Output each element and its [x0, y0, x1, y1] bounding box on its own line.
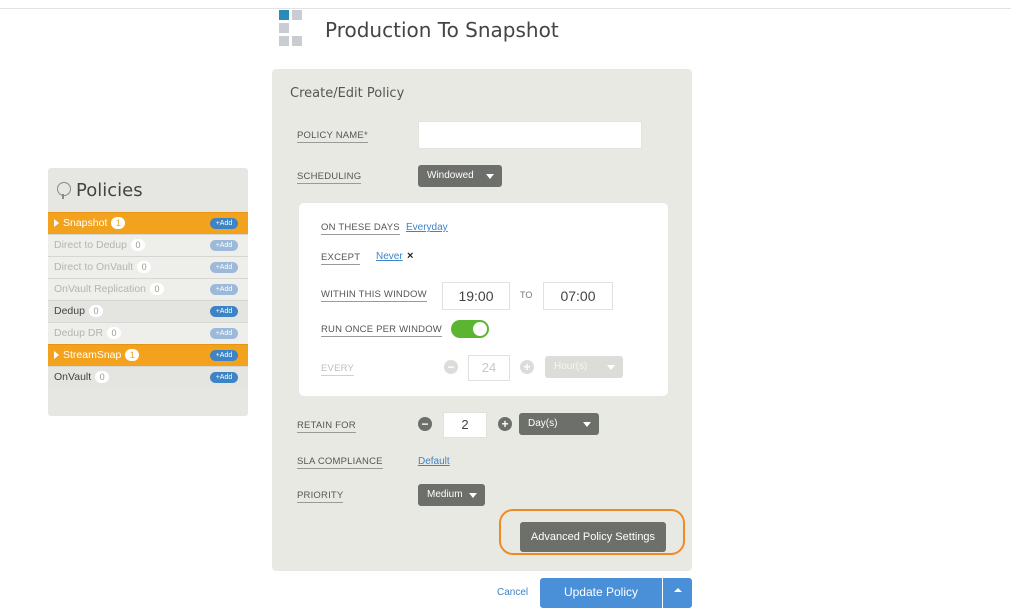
every-increment-icon[interactable]: + — [520, 360, 534, 374]
policy-count-badge: 1 — [125, 349, 140, 362]
policy-item-label: StreamSnap — [63, 349, 122, 361]
advanced-settings-button[interactable]: Advanced Policy Settings — [520, 522, 666, 552]
every-input[interactable]: 24 — [468, 355, 510, 381]
add-policy-button[interactable]: +Add — [210, 350, 238, 361]
policy-count-badge: 0 — [95, 371, 110, 384]
window-to-label: TO — [520, 290, 533, 300]
policy-name-label: POLICY NAME* — [297, 130, 368, 143]
retain-increment-icon[interactable]: + — [498, 417, 512, 431]
app-logo-icon — [279, 10, 309, 54]
policy-item[interactable]: OnVault 0 +Add — [48, 366, 248, 388]
run-once-toggle[interactable] — [451, 320, 489, 338]
policy-item[interactable]: Direct to Dedup 0 +Add — [48, 234, 248, 256]
policy-item-label: Snapshot — [63, 217, 108, 229]
page-title: Production To Snapshot — [325, 18, 559, 42]
policy-item[interactable]: Direct to OnVault 0 +Add — [48, 256, 248, 278]
every-label: EVERY — [321, 363, 355, 376]
policy-count-badge: 0 — [150, 283, 165, 296]
add-policy-button[interactable]: +Add — [210, 372, 238, 383]
add-policy-button[interactable]: +Add — [210, 328, 238, 339]
policy-item-label: Direct to Dedup — [54, 239, 127, 251]
scheduling-label: SCHEDULING — [297, 171, 362, 184]
policy-item[interactable]: StreamSnap 1 +Add — [48, 344, 248, 366]
chevron-down-icon — [486, 174, 494, 179]
clear-except-icon[interactable]: × — [407, 250, 413, 262]
policy-item[interactable]: OnVault Replication 0 +Add — [48, 278, 248, 300]
policy-name-input[interactable] — [418, 121, 642, 149]
scheduling-value: Windowed — [427, 170, 474, 181]
on-these-days-label: ON THESE DAYS — [321, 222, 400, 235]
location-pin-icon — [57, 182, 71, 199]
retain-decrement-icon[interactable]: − — [418, 417, 432, 431]
except-label: EXCEPT — [321, 252, 361, 265]
chevron-down-icon — [469, 493, 477, 498]
update-options-button[interactable] — [663, 578, 692, 608]
retain-unit-value: Day(s) — [528, 418, 558, 429]
policy-item[interactable]: Dedup 0 +Add — [48, 300, 248, 322]
cancel-link[interactable]: Cancel — [497, 587, 528, 598]
add-policy-button[interactable]: +Add — [210, 284, 238, 295]
window-label: WITHIN THIS WINDOW — [321, 289, 427, 302]
policies-panel: Policies Snapshot 1 +Add Direct to Dedup 0 +A… — [48, 168, 248, 416]
update-policy-button[interactable]: Update Policy — [540, 578, 662, 608]
except-link[interactable]: Never — [376, 251, 403, 262]
policy-count-badge: 0 — [107, 327, 122, 340]
policy-item-label: OnVault Replication — [54, 283, 147, 295]
policies-title: Policies — [76, 180, 143, 201]
chevron-down-icon — [583, 422, 591, 427]
priority-dropdown[interactable]: Medium — [418, 484, 485, 506]
policy-item[interactable]: Snapshot 1 +Add — [48, 212, 248, 234]
policy-item-label: Dedup DR — [54, 327, 104, 339]
every-decrement-icon[interactable]: − — [444, 360, 458, 374]
add-policy-button[interactable]: +Add — [210, 262, 238, 273]
policy-count-badge: 1 — [111, 217, 126, 230]
retain-input[interactable]: 2 — [443, 412, 487, 438]
retain-unit-dropdown[interactable]: Day(s) — [519, 413, 599, 435]
days-link[interactable]: Everyday — [406, 222, 448, 233]
scheduling-dropdown[interactable]: Windowed — [418, 165, 502, 187]
window-start-input[interactable]: 19:00 — [442, 282, 510, 310]
caret-right-icon — [54, 351, 59, 360]
caret-right-icon — [54, 219, 59, 228]
policies-list: Snapshot 1 +Add Direct to Dedup 0 +Add Direct … — [48, 212, 248, 388]
window-end-input[interactable]: 07:00 — [543, 282, 613, 310]
sla-label: SLA COMPLIANCE — [297, 456, 383, 469]
policy-item[interactable]: Dedup DR 0 +Add — [48, 322, 248, 344]
every-unit-dropdown[interactable]: Hour(s) — [545, 356, 623, 378]
policy-item-label: OnVault — [54, 371, 92, 383]
policies-header: Policies — [48, 168, 248, 212]
chevron-down-icon — [607, 365, 615, 370]
retain-label: RETAIN FOR — [297, 420, 356, 433]
policy-count-badge: 0 — [130, 239, 145, 252]
add-policy-button[interactable]: +Add — [210, 240, 238, 251]
policy-item-label: Dedup — [54, 305, 85, 317]
policy-count-badge: 0 — [137, 261, 152, 274]
priority-value: Medium — [427, 489, 463, 500]
every-unit-value: Hour(s) — [554, 361, 588, 372]
policy-item-label: Direct to OnVault — [54, 261, 134, 273]
add-policy-button[interactable]: +Add — [210, 218, 238, 229]
add-policy-button[interactable]: +Add — [210, 306, 238, 317]
policy-count-badge: 0 — [88, 305, 103, 318]
sla-link[interactable]: Default — [418, 456, 450, 467]
top-divider — [0, 8, 1011, 9]
run-once-label: RUN ONCE PER WINDOW — [321, 324, 442, 337]
form-title: Create/Edit Policy — [290, 86, 405, 101]
priority-label: PRIORITY — [297, 490, 344, 503]
